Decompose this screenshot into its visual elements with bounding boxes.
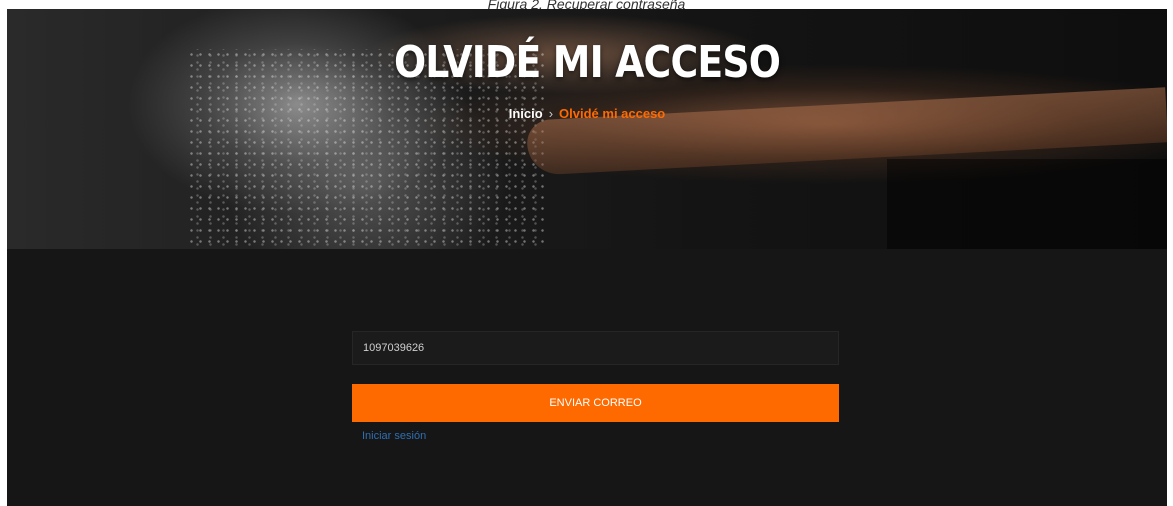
send-email-button[interactable]: ENVIAR CORREO: [352, 384, 839, 422]
email-field[interactable]: [352, 331, 839, 365]
forgot-access-page: OLVIDÉ MI ACCESO Inicio › Olvidé mi acceso…: [7, 9, 1167, 506]
recovery-form: ENVIAR CORREO Iniciar sesión: [352, 331, 839, 444]
page-title: OLVIDÉ MI ACCESO: [393, 37, 781, 88]
hero-banner: OLVIDÉ MI ACCESO Inicio › Olvidé mi acceso: [7, 9, 1167, 249]
breadcrumb-home-link[interactable]: Inicio: [509, 106, 543, 121]
figure-caption: Figura 2. Recuperar contraseña: [487, 0, 686, 9]
login-link[interactable]: Iniciar sesión: [362, 430, 426, 442]
hero-shadow: [887, 159, 1167, 249]
breadcrumb-current: Olvidé mi acceso: [559, 106, 666, 121]
breadcrumb: Inicio › Olvidé mi acceso: [7, 106, 1167, 121]
breadcrumb-separator: ›: [548, 106, 554, 121]
